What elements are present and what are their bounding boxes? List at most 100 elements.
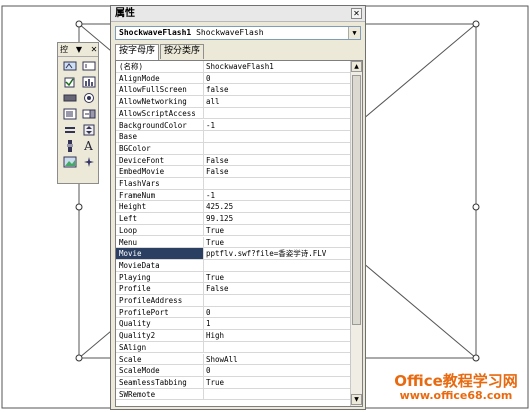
- property-row[interactable]: ProfileAddress: [116, 295, 351, 307]
- property-value[interactable]: false: [204, 84, 351, 95]
- property-value[interactable]: -1: [204, 120, 351, 131]
- property-row[interactable]: Movie pptflv.swf?file=香姿学诗.FLV: [116, 248, 351, 260]
- toolbox-titlebar[interactable]: 控 ▼ ✕: [58, 43, 98, 57]
- properties-tabs: 按字母序 按分类序: [115, 44, 205, 60]
- combobox-icon[interactable]: [80, 107, 97, 121]
- property-row[interactable]: FrameNum -1: [116, 189, 351, 202]
- property-row[interactable]: Playing True: [116, 271, 351, 284]
- property-row[interactable]: Loop True: [116, 224, 351, 237]
- property-value[interactable]: 0: [204, 73, 351, 84]
- properties-window[interactable]: 属性 ✕ ShockwaveFlash1 ShockwaveFlash ▼ 按字…: [110, 5, 366, 410]
- property-name: BGColor: [116, 142, 204, 154]
- property-row[interactable]: DeviceFont False: [116, 154, 351, 167]
- property-value[interactable]: [204, 108, 351, 119]
- spin-button-icon[interactable]: [80, 123, 97, 137]
- object-selector[interactable]: ShockwaveFlash1 ShockwaveFlash ▼: [115, 26, 361, 40]
- tab-categorized[interactable]: 按分类序: [160, 44, 205, 59]
- property-row[interactable]: AllowNetworking all: [116, 96, 351, 108]
- property-value[interactable]: [204, 178, 351, 189]
- property-row[interactable]: Scale ShowAll: [116, 353, 351, 366]
- property-value[interactable]: True: [204, 377, 351, 388]
- handle-bottom-left: [75, 354, 83, 362]
- property-value[interactable]: ShowAll: [204, 354, 351, 365]
- property-value[interactable]: 0: [204, 307, 351, 318]
- property-value[interactable]: True: [204, 237, 351, 248]
- property-row[interactable]: Left 99.125: [116, 213, 351, 225]
- controls-toolbox[interactable]: 控 ▼ ✕ A: [57, 42, 99, 184]
- property-row[interactable]: ScaleMode 0: [116, 365, 351, 377]
- property-name: ProfilePort: [116, 306, 204, 318]
- property-row[interactable]: (名称) ShockwaveFlash1: [116, 61, 351, 73]
- label-icon[interactable]: [61, 59, 78, 73]
- property-row[interactable]: SeamlessTabbing True: [116, 376, 351, 389]
- image-control-icon[interactable]: [80, 75, 97, 89]
- property-name: FlashVars: [116, 178, 204, 189]
- site-watermark: Office教程学习网 www.office68.com: [386, 372, 526, 408]
- property-name: ScaleMode: [116, 365, 204, 376]
- property-value[interactable]: True: [204, 272, 351, 283]
- property-value[interactable]: False: [204, 283, 351, 294]
- checkbox-icon[interactable]: [61, 75, 78, 89]
- property-value[interactable]: all: [204, 96, 351, 107]
- property-row[interactable]: Quality2 High: [116, 330, 351, 342]
- watermark-title: Office教程学习网: [394, 372, 518, 390]
- chevron-down-icon[interactable]: ▼: [348, 27, 360, 39]
- property-row[interactable]: FlashVars: [116, 178, 351, 190]
- property-value[interactable]: -1: [204, 190, 351, 201]
- toggle-button-icon[interactable]: [61, 123, 78, 137]
- textbox-icon[interactable]: [80, 59, 97, 73]
- property-row[interactable]: SAlign: [116, 341, 351, 354]
- toolbox-close-button[interactable]: ✕: [90, 45, 98, 55]
- property-row[interactable]: ProfilePort 0: [116, 306, 351, 319]
- text-label-icon[interactable]: A: [80, 139, 97, 153]
- property-value[interactable]: [204, 131, 351, 142]
- property-value[interactable]: 425.25: [204, 201, 351, 212]
- property-row[interactable]: Profile False: [116, 283, 351, 295]
- scroll-up-arrow[interactable]: ▲: [351, 61, 362, 72]
- property-value[interactable]: [204, 260, 351, 271]
- property-value[interactable]: False: [204, 155, 351, 166]
- text-label-glyph: A: [84, 139, 93, 153]
- properties-titlebar[interactable]: 属性 ✕: [111, 6, 365, 22]
- toolbox-menu-button[interactable]: ▼: [75, 45, 83, 55]
- property-row[interactable]: BackgroundColor -1: [116, 119, 351, 132]
- scrollbar-icon[interactable]: [61, 139, 78, 153]
- property-row[interactable]: AllowFullScreen false: [116, 84, 351, 97]
- property-value[interactable]: 99.125: [204, 213, 351, 224]
- property-value[interactable]: [204, 143, 351, 154]
- property-value[interactable]: False: [204, 166, 351, 177]
- property-row[interactable]: EmbedMovie False: [116, 166, 351, 178]
- tab-alphabetic[interactable]: 按字母序: [115, 44, 160, 60]
- property-value[interactable]: 0: [204, 365, 351, 376]
- property-value[interactable]: [204, 295, 351, 306]
- property-row[interactable]: Height 425.25: [116, 201, 351, 214]
- property-row[interactable]: MovieData: [116, 259, 351, 272]
- property-row[interactable]: SWRemote: [116, 388, 351, 401]
- property-name: Playing: [116, 271, 204, 283]
- property-grid-scrollbar[interactable]: ▲ ▼: [350, 61, 362, 406]
- option-button-icon[interactable]: [80, 91, 97, 105]
- property-row[interactable]: Menu True: [116, 236, 351, 249]
- property-value[interactable]: pptflv.swf?file=香姿学诗.FLV: [204, 248, 351, 259]
- property-grid[interactable]: (名称) ShockwaveFlash1 AlignMode 0 AllowFullSc…: [115, 60, 363, 407]
- handle-bottom-right: [472, 354, 480, 362]
- more-controls-icon[interactable]: [80, 155, 97, 169]
- property-value[interactable]: [204, 389, 351, 400]
- property-value[interactable]: True: [204, 225, 351, 236]
- property-row[interactable]: AlignMode 0: [116, 72, 351, 85]
- property-row[interactable]: Base: [116, 131, 351, 143]
- property-name: Movie: [116, 248, 204, 259]
- picture-icon[interactable]: [61, 155, 78, 169]
- property-row[interactable]: Quality 1: [116, 318, 351, 331]
- property-row[interactable]: AllowScriptAccess: [116, 107, 351, 120]
- property-value[interactable]: ShockwaveFlash1: [204, 61, 351, 72]
- listbox-icon[interactable]: [61, 107, 78, 121]
- scroll-down-arrow[interactable]: ▼: [351, 394, 362, 405]
- property-value[interactable]: [204, 342, 351, 353]
- scroll-thumb[interactable]: [352, 75, 361, 325]
- property-value[interactable]: High: [204, 330, 351, 341]
- property-value[interactable]: 1: [204, 318, 351, 329]
- properties-close-button[interactable]: ✕: [351, 8, 362, 19]
- property-row[interactable]: BGColor: [116, 142, 351, 155]
- command-button-icon[interactable]: [61, 91, 78, 105]
